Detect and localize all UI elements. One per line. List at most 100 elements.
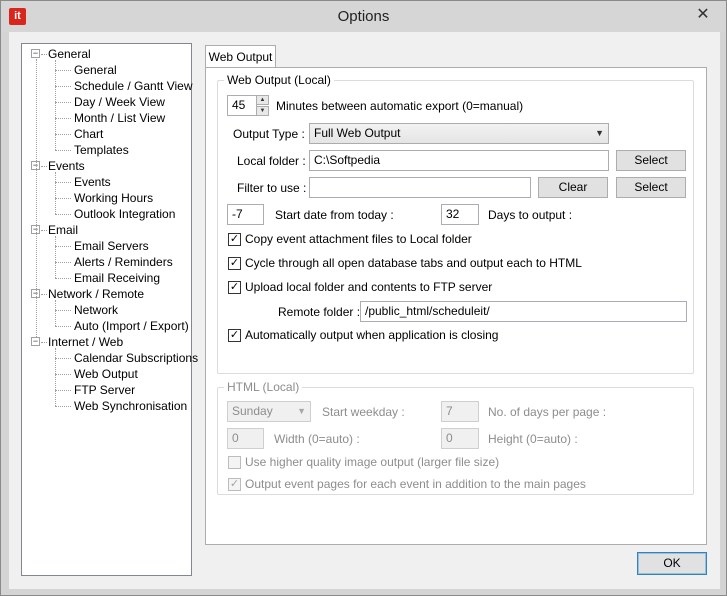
tree-item[interactable]: Web Synchronisation bbox=[74, 398, 187, 414]
chevron-down-icon: ▼ bbox=[297, 406, 306, 416]
tab-web-output[interactable]: Web Output bbox=[205, 45, 276, 68]
output-type-select[interactable]: Full Web Output ▼ bbox=[309, 123, 609, 144]
minutes-spin-down-icon[interactable]: ▼ bbox=[256, 106, 269, 116]
collapse-icon[interactable]: − bbox=[31, 337, 40, 346]
tree-item[interactable]: Schedule / Gantt View bbox=[74, 78, 193, 94]
tree-item[interactable]: Month / List View bbox=[74, 110, 165, 126]
event-pages-label: Output event pages for each event in add… bbox=[245, 477, 586, 491]
days-per-page-input[interactable]: 7 bbox=[441, 401, 479, 422]
event-pages-checkbox[interactable]: ✓ bbox=[228, 478, 241, 491]
tree-connector bbox=[41, 342, 47, 343]
web-output-panel: Web Output (Local) 45 ▲ ▼ Minutes betwee… bbox=[205, 67, 707, 545]
dialog-client: − General General Schedule / Gantt View Day … bbox=[9, 32, 720, 589]
higher-quality-checkbox[interactable] bbox=[228, 456, 241, 469]
tree-connector bbox=[41, 166, 47, 167]
start-date-label: Start date from today : bbox=[275, 208, 394, 222]
tree-item[interactable]: General bbox=[74, 62, 117, 78]
tree-item[interactable]: Network bbox=[74, 302, 118, 318]
filter-label: Filter to use : bbox=[237, 181, 307, 195]
output-type-value: Full Web Output bbox=[314, 126, 401, 140]
minutes-input[interactable]: 45 bbox=[227, 95, 257, 116]
tree-connector bbox=[55, 310, 71, 311]
height-input[interactable]: 0 bbox=[441, 428, 479, 449]
tree-item[interactable]: Alerts / Reminders bbox=[74, 254, 173, 270]
collapse-icon[interactable]: − bbox=[31, 49, 40, 58]
filter-select-button[interactable]: Select bbox=[616, 177, 686, 198]
tree-item[interactable]: Calendar Subscriptions bbox=[74, 350, 198, 366]
tree-item[interactable]: Auto (Import / Export) bbox=[74, 318, 189, 334]
window-title: Options bbox=[337, 8, 390, 25]
tree-item[interactable]: Email Servers bbox=[74, 238, 149, 254]
tree-connector bbox=[55, 406, 71, 407]
tree-connector bbox=[55, 358, 71, 359]
tree-connector bbox=[55, 300, 56, 326]
tree-connector bbox=[55, 326, 71, 327]
tree-connector bbox=[55, 214, 71, 215]
tree-connector bbox=[55, 390, 71, 391]
tree-connector bbox=[55, 172, 56, 214]
tree-connector bbox=[55, 182, 71, 183]
tree-item[interactable]: Day / Week View bbox=[74, 94, 165, 110]
minutes-spin-up-icon[interactable]: ▲ bbox=[256, 95, 269, 105]
title-bar[interactable]: it Options ✕ bbox=[1, 1, 726, 32]
remote-folder-label: Remote folder : bbox=[278, 305, 361, 319]
cycle-tabs-checkbox[interactable]: ✓ bbox=[228, 257, 241, 270]
tree-connector bbox=[55, 374, 71, 375]
web-output-local-group: Web Output (Local) 45 ▲ ▼ Minutes betwee… bbox=[217, 73, 694, 374]
start-weekday-value: Sunday bbox=[232, 404, 273, 418]
tree-connector bbox=[41, 54, 47, 55]
web-output-local-legend: Web Output (Local) bbox=[224, 73, 334, 88]
local-folder-input[interactable]: C:\Softpedia bbox=[309, 150, 609, 171]
tree-connector bbox=[41, 230, 47, 231]
width-label: Width (0=auto) : bbox=[274, 432, 360, 446]
filter-clear-button[interactable]: Clear bbox=[538, 177, 608, 198]
tree-connector bbox=[55, 348, 56, 406]
tree-item[interactable]: FTP Server bbox=[74, 382, 135, 398]
tree-group[interactable]: Network / Remote bbox=[48, 286, 144, 302]
tree-item[interactable]: Working Hours bbox=[74, 190, 153, 206]
cycle-tabs-label: Cycle through all open database tabs and… bbox=[245, 256, 582, 270]
close-icon[interactable]: ✕ bbox=[692, 5, 714, 25]
html-local-group: HTML (Local) Sunday ▼ Start weekday : 7 … bbox=[217, 380, 694, 495]
start-weekday-select[interactable]: Sunday ▼ bbox=[227, 401, 311, 422]
width-input[interactable]: 0 bbox=[227, 428, 264, 449]
tree-connector bbox=[41, 294, 47, 295]
filter-input[interactable] bbox=[309, 177, 531, 198]
tree-connector bbox=[55, 86, 71, 87]
tree-connector bbox=[55, 118, 71, 119]
local-folder-select-button[interactable]: Select bbox=[616, 150, 686, 171]
tree-group[interactable]: Internet / Web bbox=[48, 334, 123, 350]
days-output-input[interactable]: 32 bbox=[441, 204, 479, 225]
tree-connector bbox=[55, 246, 71, 247]
minutes-label: Minutes between automatic export (0=manu… bbox=[276, 99, 524, 113]
ok-button[interactable]: OK bbox=[637, 552, 707, 575]
tree-item[interactable]: Outlook Integration bbox=[74, 206, 175, 222]
local-folder-label: Local folder : bbox=[237, 154, 306, 168]
tree-group[interactable]: Events bbox=[48, 158, 85, 174]
auto-output-checkbox[interactable]: ✓ bbox=[228, 329, 241, 342]
tree-item[interactable]: Events bbox=[74, 174, 111, 190]
tree-group[interactable]: Email bbox=[48, 222, 78, 238]
output-type-label: Output Type : bbox=[233, 127, 305, 141]
copy-attachments-label: Copy event attachment files to Local fol… bbox=[245, 232, 472, 246]
tree-item[interactable]: Chart bbox=[74, 126, 103, 142]
options-tree[interactable]: − General General Schedule / Gantt View Day … bbox=[21, 43, 198, 576]
copy-attachments-checkbox[interactable]: ✓ bbox=[228, 233, 241, 246]
start-weekday-label: Start weekday : bbox=[322, 405, 405, 419]
remote-folder-input[interactable]: /public_html/scheduleit/ bbox=[360, 301, 687, 322]
tree-item[interactable]: Templates bbox=[74, 142, 129, 158]
upload-ftp-checkbox[interactable]: ✓ bbox=[228, 281, 241, 294]
tree-connector bbox=[55, 262, 71, 263]
days-output-label: Days to output : bbox=[488, 208, 573, 222]
tree-connector bbox=[55, 278, 71, 279]
auto-output-label: Automatically output when application is… bbox=[245, 328, 499, 342]
options-window: it Options ✕ − General General Schedule / G… bbox=[0, 0, 727, 596]
tree-item[interactable]: Web Output bbox=[74, 366, 138, 382]
tree-connector bbox=[55, 198, 71, 199]
upload-ftp-label: Upload local folder and contents to FTP … bbox=[245, 280, 493, 294]
higher-quality-label: Use higher quality image output (larger … bbox=[245, 455, 500, 469]
days-per-page-label: No. of days per page : bbox=[488, 405, 607, 419]
tree-connector bbox=[55, 150, 71, 151]
tree-item[interactable]: Email Receiving bbox=[74, 270, 160, 286]
start-date-input[interactable]: -7 bbox=[227, 204, 264, 225]
